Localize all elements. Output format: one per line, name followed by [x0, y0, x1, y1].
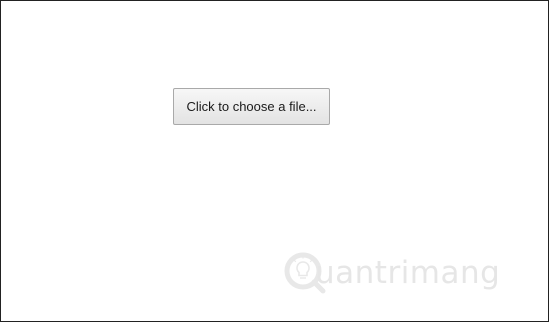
choose-file-button[interactable]: Click to choose a file...	[173, 88, 330, 125]
watermark-text: uantrimang	[315, 255, 501, 291]
window-frame: Click to choose a file... uantrimang	[0, 0, 549, 322]
watermark: uantrimang	[281, 249, 500, 295]
